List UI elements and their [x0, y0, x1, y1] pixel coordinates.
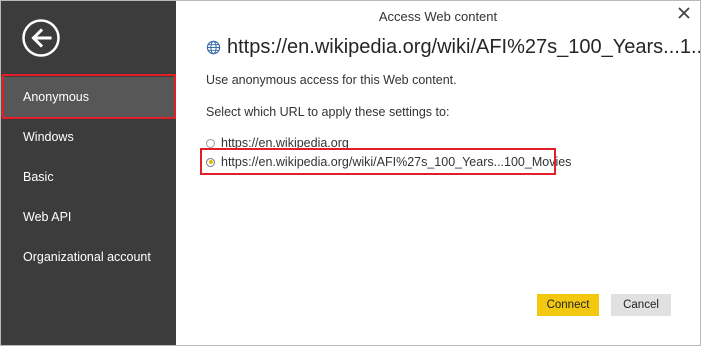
- sidebar-item-label: Windows: [23, 130, 74, 144]
- url-heading-text: https://en.wikipedia.org/wiki/AFI%27s_10…: [227, 36, 701, 58]
- access-description: Use anonymous access for this Web conten…: [206, 73, 457, 87]
- sidebar-item-label: Basic: [23, 170, 54, 184]
- sidebar-item-label: Organizational account: [23, 250, 151, 264]
- anonymous-highlight-outline: [2, 74, 176, 119]
- dialog-title: Access Web content: [378, 9, 498, 24]
- access-web-content-dialog: Anonymous Windows Basic Web API Organiza…: [0, 0, 701, 346]
- close-icon[interactable]: [676, 5, 692, 21]
- url-select-prompt: Select which URL to apply these settings…: [206, 105, 450, 119]
- sidebar-item-label: Web API: [23, 210, 72, 224]
- sidebar-item-windows[interactable]: Windows: [1, 117, 176, 157]
- connect-button[interactable]: Connect: [537, 294, 599, 316]
- url-heading: https://en.wikipedia.org/wiki/AFI%27s_10…: [206, 36, 701, 59]
- back-arrow-icon[interactable]: [21, 18, 61, 58]
- globe-icon: [206, 38, 221, 55]
- sidebar-item-web-api[interactable]: Web API: [1, 197, 176, 237]
- sidebar-item-basic[interactable]: Basic: [1, 157, 176, 197]
- sidebar-item-organizational-account[interactable]: Organizational account: [1, 237, 176, 277]
- radio-button[interactable]: [206, 138, 215, 148]
- url-option-highlight-outline: [200, 148, 556, 175]
- auth-sidebar: Anonymous Windows Basic Web API Organiza…: [1, 1, 176, 345]
- cancel-button[interactable]: Cancel: [611, 294, 671, 316]
